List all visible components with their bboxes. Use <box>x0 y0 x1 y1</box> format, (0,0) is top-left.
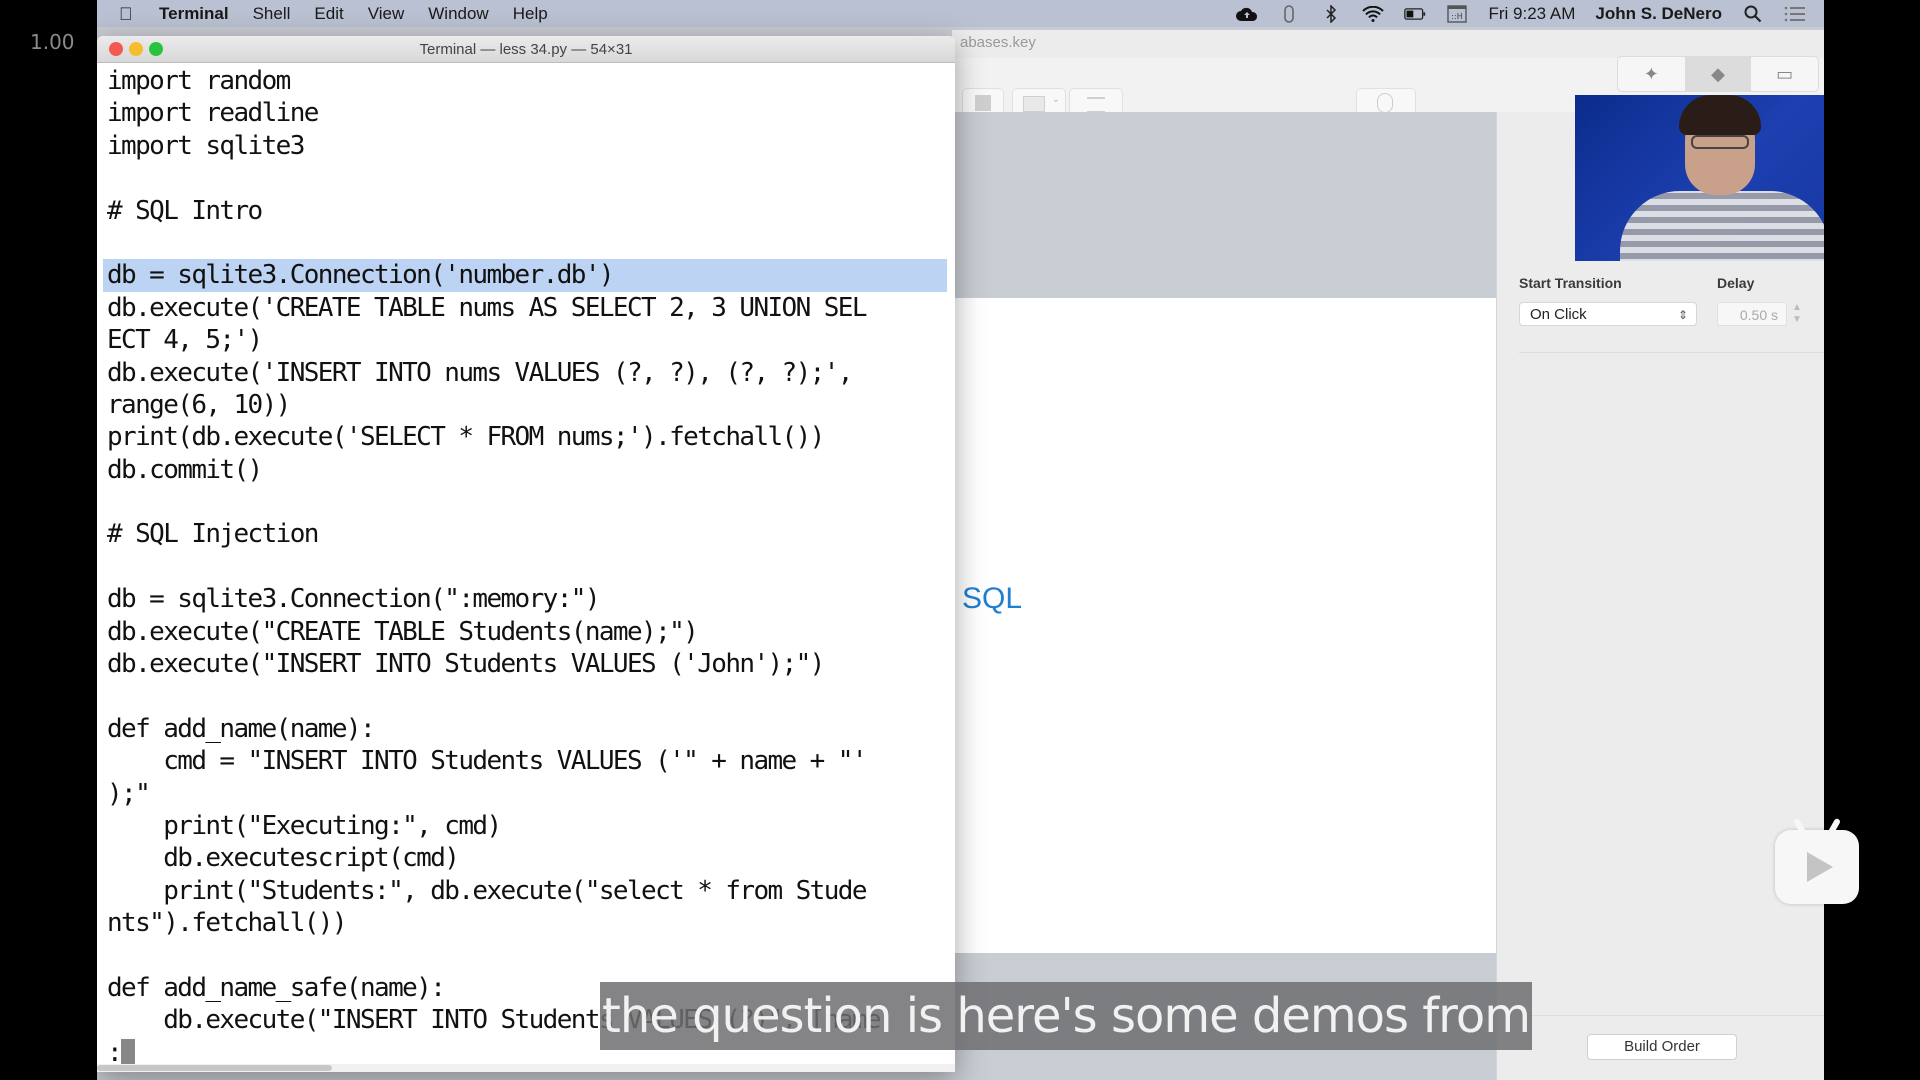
code-line: db.execute('INSERT INTO nums VALUES (?, … <box>107 357 853 388</box>
menu-help[interactable]: Help <box>513 4 548 24</box>
terminal-title: Terminal — less 34.py — 54×31 <box>419 41 633 58</box>
creative-cloud-icon[interactable] <box>1236 5 1258 23</box>
menubar-user[interactable]: John S. DeNero <box>1595 4 1722 24</box>
menu-bar:  Terminal Shell Edit View Window Help :… <box>97 0 1824 27</box>
presenter-body <box>1620 191 1824 261</box>
slide-canvas: SQL <box>952 112 1496 1080</box>
video-player-logo-icon <box>1775 830 1859 904</box>
spotlight-search-icon[interactable] <box>1742 5 1764 23</box>
code-line: print("Executing:", cmd) <box>107 810 502 841</box>
code-line: print(db.execute('SELECT * FROM nums;').… <box>107 422 825 453</box>
apple-menu-icon[interactable]:  <box>119 4 137 24</box>
battery-icon[interactable] <box>1404 5 1426 23</box>
scrollbar-thumb[interactable] <box>97 1065 332 1071</box>
menu-app-terminal[interactable]: Terminal <box>159 4 229 24</box>
code-line: def add_name(name): <box>107 713 376 744</box>
playback-speed: 1.00 <box>30 30 75 54</box>
menubar-clock[interactable]: Fri 9:23 AM <box>1488 4 1575 24</box>
media-icon <box>1023 96 1045 112</box>
animate-icon: ◆ <box>1711 63 1725 84</box>
code-line: db.execute("CREATE TABLE Students(name);… <box>107 616 699 647</box>
start-transition-select[interactable]: On Click ⇕ <box>1519 302 1697 326</box>
chevron-down-icon: ⌄ <box>1051 94 1060 105</box>
terminal-content[interactable]: import random import readline import sqlit… <box>97 63 955 1069</box>
code-line: db = sqlite3.Connection(":memory:") <box>107 584 600 615</box>
shape-icon <box>975 95 991 111</box>
keynote-doc-title: abases.key <box>960 34 1036 51</box>
menu-view[interactable]: View <box>368 4 405 24</box>
start-transition-value: On Click <box>1530 306 1587 323</box>
input-source-icon[interactable]: ::H <box>1446 4 1468 23</box>
code-line: import sqlite3 <box>107 130 305 161</box>
bluetooth-icon[interactable] <box>1320 4 1342 23</box>
comment-icon <box>1087 97 1105 113</box>
tab-format[interactable]: ✦ <box>1618 57 1685 91</box>
delay-label: Delay <box>1717 275 1755 291</box>
play-icon <box>1807 852 1833 882</box>
code-line: );" <box>107 778 151 809</box>
delay-stepper[interactable]: ▲ ▼ <box>1791 302 1803 326</box>
collaborate-icon <box>1377 93 1393 113</box>
code-line: ECT 4, 5;') <box>107 325 263 356</box>
start-transition-label: Start Transition <box>1519 275 1622 291</box>
terminal-titlebar[interactable]: Terminal — less 34.py — 54×31 <box>97 36 955 63</box>
document-icon: ▭ <box>1776 63 1794 84</box>
svg-text:::H: ::H <box>1452 12 1463 21</box>
code-line: range(6, 10)) <box>107 389 291 420</box>
code-line: db = sqlite3.Connection('number.db') <box>103 259 947 292</box>
video-subtitle: the question is here's some demos from <box>600 982 1532 1050</box>
delay-field[interactable]: 0.50 s <box>1717 302 1787 326</box>
notification-center-icon[interactable] <box>1784 5 1806 23</box>
inspector-tabs: ✦ ◆ ▭ <box>1617 56 1819 92</box>
paintbrush-icon: ✦ <box>1643 63 1659 84</box>
presenter-hair <box>1679 95 1761 135</box>
menu-shell[interactable]: Shell <box>253 4 291 24</box>
menu-window[interactable]: Window <box>428 4 488 24</box>
menu-edit[interactable]: Edit <box>314 4 343 24</box>
presenter-glasses <box>1691 135 1749 149</box>
code-line: print("Students:", db.execute("select * … <box>107 875 867 906</box>
code-line: import readline <box>107 98 319 129</box>
build-order-button[interactable]: Build Order <box>1587 1034 1737 1060</box>
code-line: cmd = "INSERT INTO Students VALUES ('" +… <box>107 746 867 777</box>
slide-title[interactable]: SQL <box>962 582 1022 616</box>
code-line: nts").fetchall()) <box>107 908 348 939</box>
mac-desktop:  Terminal Shell Edit View Window Help :… <box>97 0 1824 1080</box>
code-line: # SQL Intro <box>107 195 263 226</box>
code-line: db.execute("INSERT INTO Students VALUES … <box>107 649 825 680</box>
code-line: # SQL Injection <box>107 519 319 550</box>
code-line: db.commit() <box>107 454 263 485</box>
code-line: import random <box>107 66 291 96</box>
terminal-window: Terminal — less 34.py — 54×31 import ran… <box>97 36 955 1072</box>
wifi-icon[interactable] <box>1362 5 1385 23</box>
tab-document[interactable]: ▭ <box>1751 57 1818 91</box>
paperclip-icon[interactable] <box>1278 4 1300 23</box>
slide[interactable]: SQL <box>952 298 1496 953</box>
horizontal-scrollbar[interactable] <box>97 1064 955 1072</box>
inspector-divider-bottom <box>1519 1015 1824 1016</box>
code-line: db.executescript(cmd) <box>107 843 460 874</box>
code-line: db.execute('CREATE TABLE nums AS SELECT … <box>107 292 867 323</box>
inspector-divider <box>1519 352 1824 353</box>
tab-animate[interactable]: ◆ <box>1684 57 1752 91</box>
webcam-overlay <box>1575 95 1824 261</box>
select-arrows-icon: ⇕ <box>1677 308 1688 322</box>
